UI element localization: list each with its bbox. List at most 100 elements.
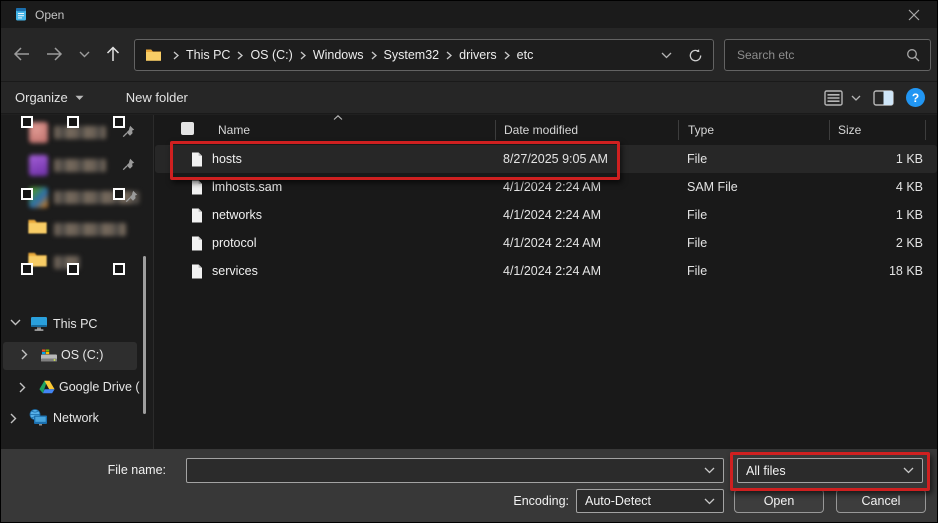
- chevron-down-icon[interactable]: [704, 467, 715, 474]
- redacted-icon: [29, 155, 48, 176]
- file-name-input[interactable]: [195, 462, 704, 479]
- folder-icon: [145, 48, 162, 62]
- search-icon[interactable]: [906, 48, 920, 62]
- content-area: This PC OS (C:) Google Drive (Network N…: [1, 115, 937, 449]
- google-drive-icon: [39, 380, 55, 394]
- pin-icon: [122, 158, 135, 171]
- navigation-pane: This PC OS (C:) Google Drive (Network: [1, 115, 154, 449]
- file-icon: [192, 208, 202, 222]
- column-header-type[interactable]: Type: [688, 123, 714, 137]
- file-size: 1 KB: [895, 152, 923, 166]
- refresh-icon[interactable]: [688, 48, 703, 63]
- file-icon: [192, 152, 202, 166]
- breadcrumb-etc[interactable]: etc: [517, 48, 534, 62]
- column-divider[interactable]: [925, 120, 926, 140]
- organize-button[interactable]: Organize: [15, 90, 84, 105]
- sidebar-label-google-drive: Google Drive (: [59, 380, 140, 394]
- sidebar-item-os-c[interactable]: OS (C:): [3, 342, 137, 370]
- chevron-down-icon[interactable]: [704, 498, 715, 505]
- file-row-protocol[interactable]: protocol 4/1/2024 2:24 AM File 2 KB: [155, 229, 937, 257]
- details-view-icon[interactable]: [824, 89, 843, 106]
- breadcrumb-system32[interactable]: System32: [384, 48, 440, 62]
- chevron-down-icon[interactable]: [10, 319, 21, 326]
- redacted-label: [54, 126, 106, 139]
- column-headers: Name Date modified Type Size: [155, 115, 937, 145]
- chevron-down-icon[interactable]: [903, 467, 914, 474]
- address-dropdown-chevron-icon[interactable]: [661, 52, 672, 59]
- file-name: lmhosts.sam: [212, 180, 283, 194]
- window-title: Open: [35, 8, 65, 22]
- sidebar-scrollbar[interactable]: [143, 256, 146, 414]
- file-date: 4/1/2024 2:24 AM: [503, 208, 601, 222]
- preview-pane-icon[interactable]: [873, 89, 894, 106]
- back-button[interactable]: [7, 38, 35, 70]
- file-date: 4/1/2024 2:24 AM: [503, 180, 601, 194]
- file-list: Name Date modified Type Size hosts 8/27/…: [155, 115, 937, 449]
- breadcrumb-separator-icon: [446, 51, 453, 60]
- address-bar[interactable]: This PC OS (C:) Windows System32 drivers…: [134, 39, 714, 71]
- selection-handle: [67, 116, 79, 128]
- view-options-chevron-icon[interactable]: [851, 95, 861, 101]
- file-size: 1 KB: [895, 208, 923, 222]
- breadcrumb-separator-icon: [173, 51, 179, 60]
- search-box[interactable]: [724, 39, 931, 71]
- file-name: networks: [212, 208, 263, 222]
- new-folder-button[interactable]: New folder: [126, 90, 188, 105]
- file-row-lmhosts[interactable]: lmhosts.sam 4/1/2024 2:24 AM SAM File 4 …: [155, 173, 937, 201]
- folder-icon: [27, 218, 48, 235]
- selection-handle: [21, 263, 33, 275]
- cancel-button[interactable]: Cancel: [836, 489, 926, 513]
- select-all-checkbox[interactable]: [181, 122, 194, 135]
- column-divider[interactable]: [678, 120, 679, 140]
- file-name-combobox[interactable]: [186, 458, 724, 483]
- forward-button[interactable]: [40, 38, 68, 70]
- this-pc-icon: [30, 316, 48, 332]
- column-header-size[interactable]: Size: [838, 123, 861, 137]
- dropdown-triangle-icon: [75, 95, 84, 100]
- chevron-right-icon[interactable]: [19, 382, 26, 393]
- selection-handle: [113, 116, 125, 128]
- file-date: 8/27/2025 9:05 AM: [503, 152, 608, 166]
- help-icon[interactable]: ?: [906, 88, 925, 107]
- close-button[interactable]: [899, 3, 929, 26]
- breadcrumb-drivers[interactable]: drivers: [459, 48, 497, 62]
- file-type: File: [687, 208, 708, 222]
- column-divider[interactable]: [829, 120, 830, 140]
- encoding-combobox[interactable]: Auto-Detect: [576, 489, 724, 513]
- column-header-name[interactable]: Name: [218, 123, 250, 137]
- quick-access-item-redacted[interactable]: [1, 152, 153, 180]
- command-toolbar: Organize New folder ?: [1, 82, 937, 114]
- search-input[interactable]: [735, 47, 906, 63]
- selection-handle: [113, 263, 125, 275]
- sidebar-item-google-drive[interactable]: Google Drive (: [1, 374, 153, 402]
- redacted-label: [54, 159, 106, 172]
- file-row-hosts[interactable]: hosts 8/27/2025 9:05 AM File 1 KB: [155, 145, 937, 173]
- breadcrumb-separator-icon: [504, 51, 510, 60]
- sort-ascending-icon: [333, 115, 343, 120]
- recent-locations-chevron[interactable]: [73, 38, 95, 70]
- file-name-label: File name:: [107, 463, 166, 477]
- column-divider[interactable]: [495, 120, 496, 140]
- open-dialog-window: Open This PC OS (C:) Windows System32 dr…: [0, 0, 938, 523]
- sidebar-item-this-pc[interactable]: This PC: [1, 311, 153, 339]
- redacted-label: [54, 223, 126, 236]
- titlebar: Open: [1, 1, 937, 28]
- os-c-drive-icon: [40, 349, 58, 363]
- navigation-bar: This PC OS (C:) Windows System32 drivers…: [1, 28, 937, 82]
- file-type: File: [687, 236, 708, 250]
- breadcrumb-os-c[interactable]: OS (C:): [250, 48, 292, 62]
- file-type-combobox[interactable]: All files: [737, 458, 923, 483]
- sidebar-label-os-c: OS (C:): [61, 348, 104, 362]
- selection-handle: [113, 188, 125, 200]
- up-button[interactable]: [99, 38, 127, 70]
- quick-access-item-redacted[interactable]: [1, 216, 153, 244]
- sidebar-item-network[interactable]: Network: [1, 405, 153, 433]
- file-row-networks[interactable]: networks 4/1/2024 2:24 AM File 1 KB: [155, 201, 937, 229]
- chevron-right-icon[interactable]: [21, 349, 28, 360]
- open-button[interactable]: Open: [734, 489, 824, 513]
- breadcrumb-windows[interactable]: Windows: [313, 48, 364, 62]
- breadcrumb-this-pc[interactable]: This PC: [186, 48, 230, 62]
- column-header-date[interactable]: Date modified: [504, 123, 578, 137]
- file-row-services[interactable]: services 4/1/2024 2:24 AM File 18 KB: [155, 257, 937, 285]
- chevron-right-icon[interactable]: [10, 413, 17, 424]
